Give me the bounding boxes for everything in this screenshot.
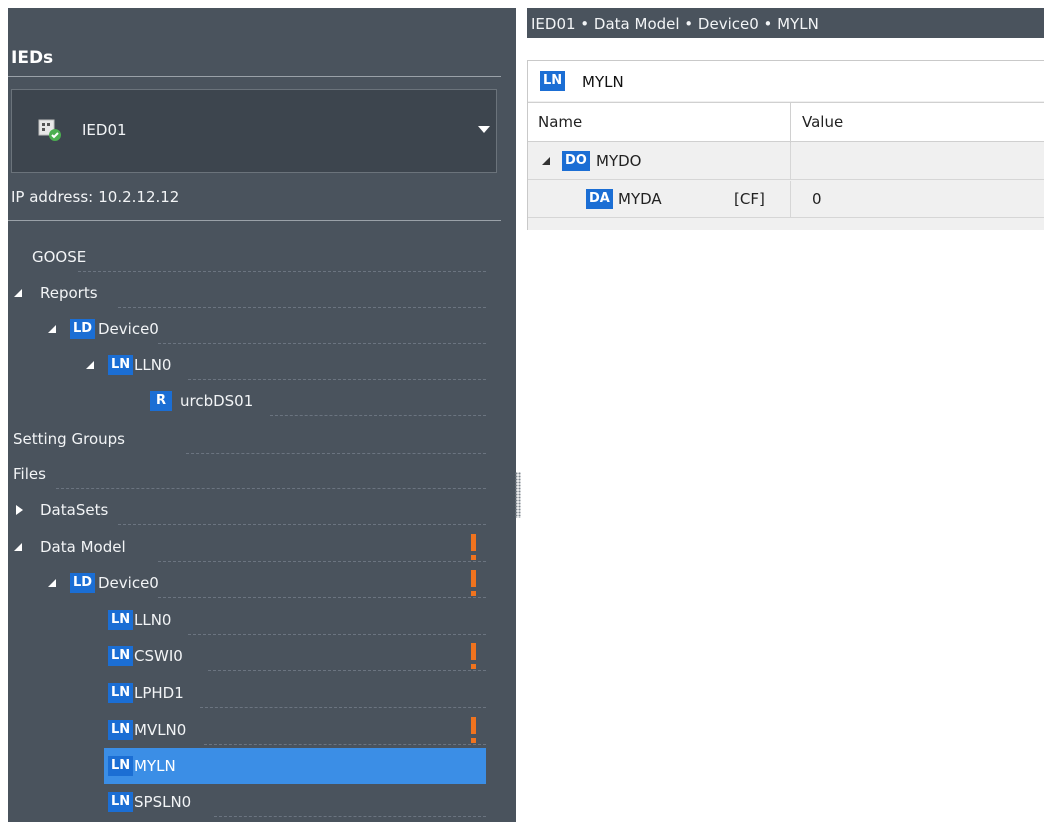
tree-item-ln-cswi0[interactable]: LN CSWI0 <box>8 638 488 674</box>
tree-item-label: MVLN0 <box>134 721 187 739</box>
logical-device-icon: LD <box>70 573 96 593</box>
row-value[interactable]: 0 <box>812 190 822 208</box>
row-divider <box>200 707 486 708</box>
divider <box>8 76 501 77</box>
divider <box>8 220 501 221</box>
ied-selector-value: IED01 <box>82 121 127 139</box>
row-divider <box>78 271 486 272</box>
tree-item-setting-groups[interactable]: Setting Groups <box>8 421 488 457</box>
row-divider <box>188 634 486 635</box>
tree-item-label: DataSets <box>40 501 109 519</box>
tree-item-ln-mvln0[interactable]: LN MVLN0 <box>8 712 488 748</box>
row-fc: [CF] <box>734 190 765 208</box>
logical-node-icon: LN <box>108 355 134 375</box>
logical-node-icon: LN <box>540 71 566 91</box>
logical-node-icon: LN <box>108 720 134 740</box>
tree-item-label: Reports <box>40 284 98 302</box>
logical-node-icon: LN <box>108 792 134 812</box>
column-divider <box>790 143 791 180</box>
logical-node-icon: LN <box>108 610 134 630</box>
expanded-arrow-icon[interactable] <box>48 579 56 587</box>
tree-item-ln-spsln0[interactable]: LN SPSLN0 <box>8 784 488 820</box>
ip-label: IP address: <box>11 188 94 206</box>
column-header-name[interactable]: Name <box>538 113 582 131</box>
expanded-arrow-icon[interactable] <box>86 361 94 369</box>
row-divider <box>118 524 486 525</box>
table-row[interactable]: DA MYDA [CF] 0 <box>528 181 1044 218</box>
tree-item-label: LLN0 <box>134 611 172 629</box>
tree-item-ln-lln0[interactable]: LN LLN0 <box>8 602 488 638</box>
tree-item-files[interactable]: Files <box>8 456 488 492</box>
chevron-down-icon[interactable] <box>478 126 490 133</box>
tree-item-reports[interactable]: Reports <box>8 275 488 311</box>
tree-item-label: Device0 <box>98 574 159 592</box>
tree-item-goose[interactable]: GOOSE <box>8 239 488 275</box>
row-divider <box>214 816 486 817</box>
tree-item-label: LLN0 <box>134 356 172 374</box>
splitter-grip[interactable] <box>515 472 521 518</box>
logical-node-icon: LN <box>108 646 134 666</box>
tree-item-label: GOOSE <box>32 248 87 266</box>
tree-item-label: Files <box>13 465 46 483</box>
row-divider <box>158 561 486 562</box>
row-divider <box>204 744 486 745</box>
row-divider <box>158 343 486 344</box>
tree-item-label: Data Model <box>40 538 126 556</box>
tree-item-urcbds01[interactable]: R urcbDS01 <box>8 383 488 419</box>
detail-panel: LN MYLN Name Value DO MYDO DA MYDA [CF] … <box>527 60 1044 230</box>
tree-item-label: urcbDS01 <box>180 392 254 410</box>
tree-item-label: CSWI0 <box>134 647 183 665</box>
tree-item-label: Setting Groups <box>13 430 125 448</box>
expanded-arrow-icon[interactable] <box>48 325 56 333</box>
tree-item-label: MYLN <box>134 757 176 775</box>
column-divider <box>790 103 791 143</box>
table-header: Name Value <box>528 102 1044 143</box>
logical-device-icon: LD <box>70 319 96 339</box>
collapsed-arrow-icon[interactable] <box>16 505 23 515</box>
ip-address: IP address: 10.2.12.12 <box>11 188 184 206</box>
row-divider <box>118 307 486 308</box>
row-name: MYDA <box>618 190 662 208</box>
tree-item-label: SPSLN0 <box>134 793 192 811</box>
tree-item-reports-lln0[interactable]: LN LLN0 <box>8 347 488 383</box>
row-name: MYDO <box>596 152 642 170</box>
row-divider <box>188 379 486 380</box>
row-divider <box>186 453 486 454</box>
tree-item-ln-lphd1[interactable]: LN LPHD1 <box>8 675 488 711</box>
tree-item-reports-device0[interactable]: LD Device0 <box>8 311 488 347</box>
tree-item-dm-device0[interactable]: LD Device0 <box>8 565 488 601</box>
tree-item-label: LPHD1 <box>134 684 184 702</box>
data-object-icon: DO <box>562 151 590 171</box>
row-divider <box>158 597 486 598</box>
ied-device-icon <box>38 119 61 141</box>
warning-icon <box>471 534 476 560</box>
tree-item-datasets[interactable]: DataSets <box>8 492 488 528</box>
tree-item-data-model[interactable]: Data Model <box>8 529 488 565</box>
column-divider <box>790 181 791 218</box>
expanded-arrow-icon[interactable] <box>14 543 22 551</box>
logical-node-icon: LN <box>108 683 134 703</box>
warning-icon <box>471 570 476 596</box>
data-attribute-icon: DA <box>586 189 613 209</box>
ip-value: 10.2.12.12 <box>98 188 180 206</box>
column-header-value[interactable]: Value <box>802 113 843 131</box>
row-divider <box>56 488 486 489</box>
tree-item-ln-myln[interactable]: LN MYLN <box>104 748 486 784</box>
detail-title: MYLN <box>582 73 624 91</box>
table-row[interactable]: DO MYDO <box>528 143 1044 180</box>
panel-title: IEDs <box>11 48 54 68</box>
ied-explorer-panel: IEDs IED01 IP address: 10.2.12.12 GOOSE R… <box>8 8 516 822</box>
breadcrumb: IED01 • Data Model • Device0 • MYLN <box>527 8 1044 38</box>
tree-item-label: Device0 <box>98 320 159 338</box>
row-divider <box>270 415 486 416</box>
expanded-arrow-icon[interactable] <box>14 289 22 297</box>
report-control-icon: R <box>150 391 173 411</box>
ied-selector[interactable]: IED01 <box>11 89 497 173</box>
warning-icon <box>471 643 476 669</box>
detail-header: LN MYLN <box>528 61 1044 101</box>
expanded-arrow-icon[interactable] <box>542 157 550 165</box>
logical-node-icon: LN <box>108 756 134 776</box>
warning-icon <box>471 717 476 743</box>
row-divider <box>208 670 486 671</box>
